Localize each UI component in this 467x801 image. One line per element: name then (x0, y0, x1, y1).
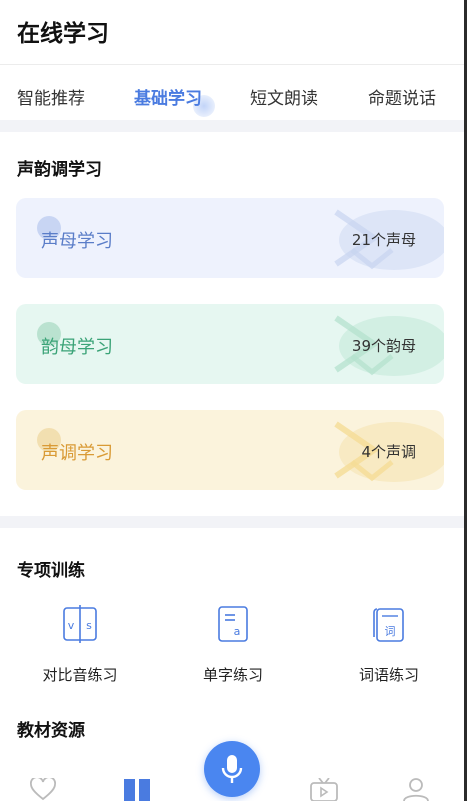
category-tabs: 智能推荐 基础学习 短文朗读 命题说话 (0, 64, 464, 120)
training-section-title: 专项训练 (17, 561, 85, 581)
tones-count: 4个声调 (361, 443, 416, 461)
tab-smart-recommend[interactable]: 智能推荐 (17, 84, 85, 109)
svg-text:词: 词 (385, 625, 396, 638)
tab-basic-learning[interactable]: 基础学习 (134, 84, 202, 109)
compare-sound-practice[interactable]: v s 对比音练习 (20, 604, 140, 688)
app-header: 在线学习 (0, 0, 464, 64)
microphone-button[interactable] (204, 741, 260, 797)
single-char-icon: a (218, 606, 248, 642)
tone-section-title: 声韵调学习 (17, 160, 102, 180)
tab-topic-speaking[interactable]: 命题说话 (368, 84, 436, 109)
materials-section-title: 教材资源 (17, 721, 85, 741)
tones-card[interactable]: 声调学习 4个声调 (16, 410, 444, 490)
single-char-label: 单字练习 (202, 666, 263, 684)
svg-text:s: s (86, 619, 92, 632)
svg-text:v: v (68, 619, 75, 632)
word-practice-label: 词语练习 (358, 666, 419, 684)
single-char-practice[interactable]: a 单字练习 (173, 604, 293, 688)
initials-card[interactable]: 声母学习 21个声母 (16, 198, 444, 278)
tab-short-text-reading[interactable]: 短文朗读 (250, 84, 318, 109)
svg-text:a: a (234, 625, 241, 638)
vs-compare-icon: v s (63, 605, 97, 643)
app-page: 在线学习 智能推荐 基础学习 短文朗读 命题说话 声韵调学习 声母学习 21个声… (0, 0, 467, 801)
finals-count: 39个韵母 (351, 337, 416, 355)
word-icon: 词 (373, 608, 404, 642)
page-title: 在线学习 (17, 21, 109, 47)
initials-count: 21个声母 (351, 231, 416, 249)
tv-icon[interactable] (310, 778, 338, 801)
heart-icon[interactable] (30, 778, 56, 801)
section-divider (0, 120, 464, 132)
book-icon[interactable] (123, 778, 151, 801)
compare-sound-label: 对比音练习 (42, 666, 118, 684)
tones-label: 声调学习 (41, 443, 113, 464)
initials-label: 声母学习 (41, 231, 113, 252)
section-divider (0, 516, 464, 528)
finals-card[interactable]: 韵母学习 39个韵母 (16, 304, 444, 384)
profile-icon[interactable] (402, 778, 430, 801)
word-practice[interactable]: 词 词语练习 (329, 604, 449, 688)
microphone-icon (221, 755, 243, 783)
finals-label: 韵母学习 (41, 337, 113, 358)
